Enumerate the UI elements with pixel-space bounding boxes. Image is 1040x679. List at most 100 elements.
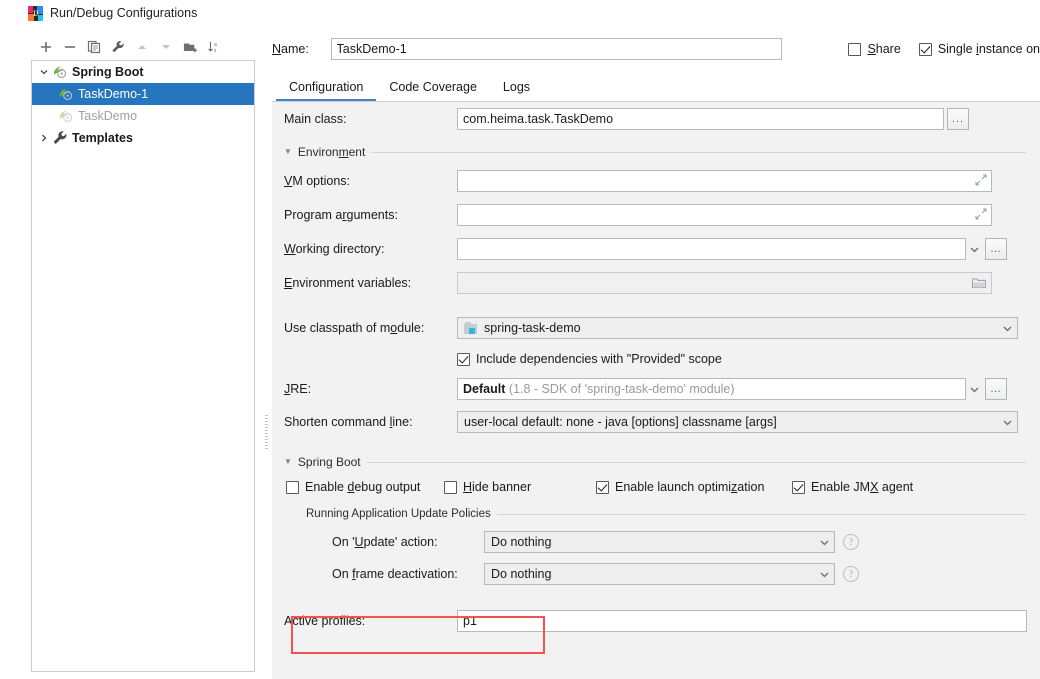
chevron-down-icon[interactable] (36, 64, 52, 80)
environment-variables-input[interactable] (457, 272, 992, 294)
tree-node-label: Spring Boot (72, 65, 144, 79)
section-divider (496, 513, 1026, 515)
sort-alphabetically-icon[interactable]: a z (203, 36, 225, 58)
chevron-right-icon[interactable] (36, 130, 52, 146)
splitter-grip-icon[interactable] (265, 415, 268, 449)
main-class-row: Main class: com.heima.task.TaskDemo ... (272, 102, 1040, 136)
jre-browse-button[interactable]: … (985, 378, 1007, 400)
help-icon[interactable]: ? (843, 566, 859, 582)
single-instance-label: Single instance on (937, 42, 1040, 56)
working-directory-dropdown-icon[interactable] (966, 244, 982, 255)
working-directory-row: Working directory: … (272, 232, 1040, 266)
tab-logs[interactable]: Logs (490, 77, 543, 101)
collapse-triangle-icon[interactable]: ▼ (284, 458, 292, 466)
on-update-action-combobox[interactable]: Do nothing (484, 531, 835, 553)
spring-boot-icon (52, 64, 68, 80)
on-frame-deactivation-value: Do nothing (491, 567, 552, 581)
spring-boot-checkbox-row: Enable debug output Hide banner Enable l… (272, 474, 1040, 500)
main-class-input[interactable]: com.heima.task.TaskDemo (457, 108, 944, 130)
hide-banner-checkbox[interactable] (444, 480, 457, 494)
share-checkbox[interactable] (848, 42, 862, 56)
expand-editor-icon[interactable] (975, 174, 987, 189)
vm-options-input[interactable] (457, 170, 992, 192)
vm-options-label: VM options: (284, 174, 351, 188)
include-provided-checkbox-row[interactable]: Include dependencies with "Provided" sco… (457, 352, 722, 366)
jre-dropdown-icon[interactable] (966, 384, 982, 395)
working-directory-browse-button[interactable]: … (985, 238, 1007, 260)
section-divider (371, 151, 1026, 153)
main-class-label: Main class: (284, 112, 347, 126)
expand-editor-icon[interactable] (975, 208, 987, 223)
name-input[interactable] (330, 38, 783, 60)
use-classpath-row: Use classpath of module: spring-task-dem… (272, 310, 1040, 346)
move-down-arrow-icon[interactable] (155, 36, 177, 58)
add-configuration-button[interactable] (35, 36, 57, 58)
panel-splitter[interactable] (262, 60, 272, 670)
jre-combobox[interactable]: Default (1.8 - SDK of 'spring-task-demo'… (457, 378, 966, 400)
window-title: Run/Debug Configurations (50, 6, 198, 20)
tree-node-label: TaskDemo-1 (78, 87, 149, 101)
enable-launch-optimization-row[interactable]: Enable launch optimization (596, 480, 792, 494)
chevron-down-icon[interactable] (816, 537, 832, 548)
window-title-bar: IJ Run/Debug Configurations (0, 0, 1040, 26)
tree-node-label: Templates (72, 131, 133, 145)
program-arguments-input[interactable] (457, 204, 992, 226)
configurations-tree[interactable]: Spring Boot TaskDemo-1 TaskDemo Template… (31, 60, 255, 672)
enable-debug-output-row[interactable]: Enable debug output (286, 480, 444, 494)
jre-value-dim: (1.8 - SDK of 'spring-task-demo' module) (508, 382, 735, 396)
tab-configuration[interactable]: Configuration (276, 77, 377, 101)
on-frame-deactivation-combobox[interactable]: Do nothing (484, 563, 835, 585)
tree-toolbar: a z (31, 33, 255, 60)
tab-label: Logs (502, 80, 531, 94)
include-provided-checkbox[interactable] (457, 352, 470, 366)
shorten-command-line-value: user-local default: none - java [options… (464, 415, 999, 429)
shorten-command-line-combobox[interactable]: user-local default: none - java [options… (457, 411, 1018, 433)
help-icon[interactable]: ? (843, 534, 859, 550)
copy-configuration-icon[interactable] (83, 36, 105, 58)
configuration-tab-content: Main class: com.heima.task.TaskDemo ... … (272, 101, 1040, 679)
spring-boot-section-header[interactable]: ▼ Spring Boot (272, 450, 1040, 474)
tree-node-taskdemo[interactable]: TaskDemo (32, 105, 254, 127)
single-instance-checkbox-row[interactable]: Single instance on (918, 42, 1040, 56)
spring-boot-icon (58, 108, 74, 124)
shorten-command-line-row: Shorten command line: user-local default… (272, 406, 1040, 438)
svg-text:z: z (214, 48, 217, 54)
use-classpath-combobox[interactable]: spring-task-demo (457, 317, 1018, 339)
folder-icon[interactable] (971, 277, 987, 292)
chevron-down-icon[interactable] (999, 417, 1015, 428)
enable-jmx-agent-row[interactable]: Enable JMX agent (792, 480, 913, 494)
main-class-browse-button[interactable]: ... (947, 108, 969, 130)
collapse-triangle-icon[interactable]: ▼ (284, 148, 292, 156)
tree-node-taskdemo-1[interactable]: TaskDemo-1 (32, 83, 254, 105)
on-frame-deactivation-label: On frame deactivation: (332, 567, 458, 581)
tree-node-templates[interactable]: Templates (32, 127, 254, 149)
tree-node-spring-boot[interactable]: Spring Boot (32, 61, 254, 83)
active-profiles-input[interactable]: p1 (457, 610, 1027, 632)
name-row: Name: Share Single instance on (272, 36, 1040, 62)
jre-value-strong: Default (463, 382, 506, 396)
chevron-down-icon[interactable] (999, 323, 1015, 334)
on-frame-deactivation-row: On frame deactivation: Do nothing ? (272, 558, 1040, 590)
remove-configuration-button[interactable] (59, 36, 81, 58)
working-directory-input[interactable] (457, 238, 966, 260)
enable-debug-output-checkbox[interactable] (286, 480, 299, 494)
single-instance-checkbox[interactable] (918, 42, 932, 56)
move-up-arrow-icon[interactable] (131, 36, 153, 58)
edit-templates-wrench-icon[interactable] (107, 36, 129, 58)
jre-label: JRE: (284, 382, 312, 396)
logo-text: IJ (33, 8, 38, 18)
module-icon (464, 321, 478, 335)
chevron-down-icon[interactable] (816, 569, 832, 580)
environment-section-header[interactable]: ▼ Environment (272, 140, 1040, 164)
active-profiles-row: Active profiles: p1 (272, 604, 1040, 638)
program-arguments-row: Program arguments: (272, 198, 1040, 232)
hide-banner-row[interactable]: Hide banner (444, 480, 596, 494)
share-checkbox-row[interactable]: Share (848, 42, 901, 56)
enable-jmx-agent-checkbox[interactable] (792, 480, 805, 494)
jre-row: JRE: Default (1.8 - SDK of 'spring-task-… (272, 372, 1040, 406)
enable-launch-optimization-checkbox[interactable] (596, 480, 609, 494)
tab-code-coverage[interactable]: Code Coverage (376, 77, 490, 101)
new-folder-icon[interactable] (179, 36, 201, 58)
vm-options-row: VM options: (272, 164, 1040, 198)
editor-tabs: Configuration Code Coverage Logs (272, 73, 1040, 101)
